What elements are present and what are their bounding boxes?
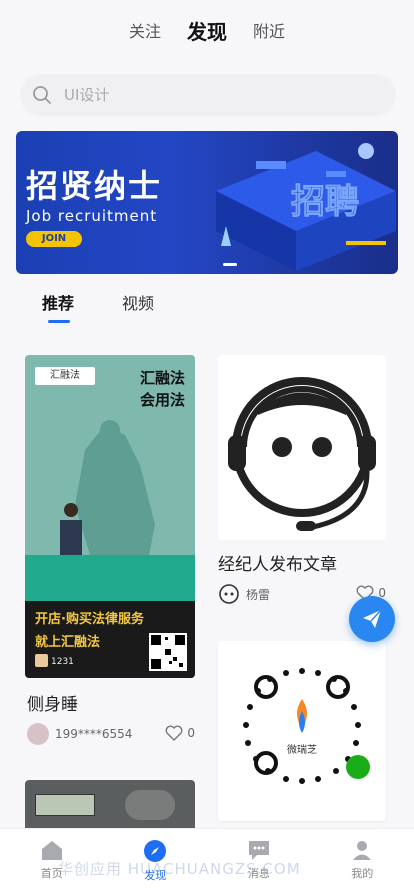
content-tabs: 推荐 视频: [42, 290, 154, 323]
poster-line2: 就上汇融法: [35, 635, 101, 650]
tab-nearby[interactable]: 附近: [253, 18, 285, 42]
nav-messages[interactable]: 消息: [229, 839, 289, 896]
author-name: 杨雷: [246, 587, 271, 602]
like-button[interactable]: 0: [165, 725, 195, 741]
nav-profile-label: 我的: [351, 867, 374, 880]
recruitment-banner[interactable]: 招贤纳士 Job recruitment JOIN 招聘: [16, 131, 398, 274]
feed-card-poster[interactable]: 汇融法 汇融法 会用法 开店·购买法律服务 就上汇融法 1231: [25, 355, 195, 678]
home-icon: [41, 841, 62, 860]
banner-subtitle: Job recruitment: [26, 207, 158, 225]
miniprogram-code-image: 微瑞芝: [243, 668, 370, 784]
poster-heading-line1: 汇融法: [139, 369, 185, 387]
search-icon: [33, 86, 51, 104]
like-count: 0: [187, 726, 195, 740]
avatar[interactable]: [27, 723, 49, 745]
feed-card-headset[interactable]: [218, 355, 386, 540]
poster-code: 1231: [51, 657, 74, 667]
tab-follow[interactable]: 关注: [129, 18, 161, 42]
poster-image: 汇融法 汇融法 会用法 开店·购买法律服务 就上汇融法 1231: [25, 355, 195, 678]
headset-avatar-image: [228, 377, 376, 531]
bottom-nav: 首页 发现 消息 我的: [0, 828, 414, 896]
feed-title[interactable]: 经纪人发布文章: [218, 550, 337, 575]
profile-icon: [353, 841, 372, 860]
poster-avatar: [35, 654, 48, 667]
feed-title[interactable]: 侧身睡: [27, 690, 78, 715]
top-tab-bar: 关注 发现 附近: [0, 0, 414, 60]
nav-home[interactable]: 首页: [22, 839, 82, 896]
message-icon: [248, 841, 269, 860]
search-input[interactable]: [64, 86, 364, 104]
nav-messages-label: 消息: [247, 867, 270, 880]
nav-home-label: 首页: [40, 867, 63, 880]
device-display: [35, 794, 95, 816]
nav-profile[interactable]: 我的: [332, 839, 392, 896]
banner-indicator: [223, 263, 237, 266]
poster-qr-code: [149, 633, 187, 671]
nav-discover[interactable]: 发现: [125, 839, 185, 896]
paper-plane-icon: [363, 609, 382, 628]
banner-title: 招贤纳士: [26, 167, 163, 205]
banner-illustration: 招聘: [216, 143, 396, 271]
search-bar[interactable]: [20, 74, 396, 116]
avatar[interactable]: [218, 583, 240, 605]
poster-line1: 开店·购买法律服务: [35, 612, 144, 627]
feed-card-miniprogram-code[interactable]: 微瑞芝: [218, 641, 386, 821]
banner-art-text: 招聘: [291, 182, 359, 222]
compass-icon: [144, 840, 167, 862]
tab-video[interactable]: 视频: [122, 290, 154, 314]
publish-button[interactable]: [349, 596, 395, 642]
heart-icon: [165, 725, 183, 741]
author-name: 199****6554: [55, 727, 133, 741]
feed-meta: 199****6554 0: [27, 722, 195, 746]
device-knob: [125, 790, 175, 820]
tab-discover[interactable]: 发现: [187, 16, 227, 45]
miniprogram-label: 微瑞芝: [287, 743, 317, 756]
join-button[interactable]: JOIN: [26, 231, 82, 247]
poster-logo: 汇融法: [35, 367, 95, 385]
tab-recommend[interactable]: 推荐: [42, 290, 74, 323]
nav-discover-label: 发现: [144, 869, 167, 882]
